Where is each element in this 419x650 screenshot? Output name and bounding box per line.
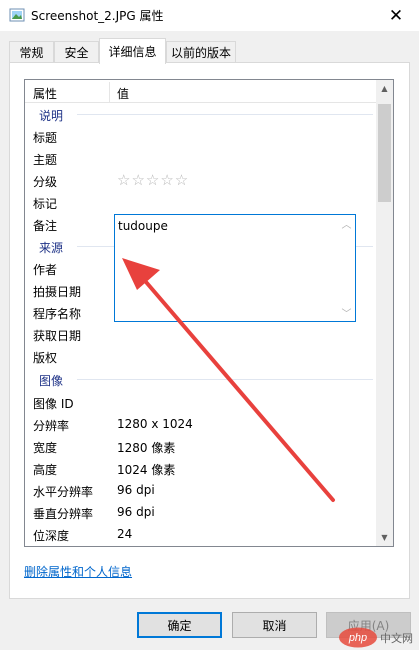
property-value: 96 dpi — [117, 505, 155, 519]
properties-list[interactable]: 属性 值 说明 标题 主题 分级 ☆☆☆☆☆ 标记 备注 来源 作者 拍摄日期 程… — [24, 79, 394, 547]
scroll-up-arrow-icon[interactable]: ▲ — [376, 80, 393, 97]
group-divider — [77, 379, 373, 380]
title-bar: Screenshot_2.JPG 属性 ✕ — [0, 0, 419, 31]
ok-button[interactable]: 确定 — [137, 612, 222, 638]
row-tags[interactable]: 标记 — [25, 191, 377, 213]
scroll-down-arrow-icon[interactable]: ▼ — [376, 529, 393, 546]
property-value: 24 — [117, 527, 133, 541]
group-label: 图像 — [39, 374, 64, 388]
property-name: 拍摄日期 — [33, 285, 82, 299]
property-name: 作者 — [33, 263, 58, 277]
row-image-id[interactable]: 图像 ID — [25, 391, 377, 413]
row-copyright[interactable]: 版权 — [25, 345, 377, 367]
property-name: 垂直分辨率 — [33, 507, 94, 521]
comments-input[interactable]: tudoupe ︿ ﹀ — [114, 214, 356, 322]
property-name: 图像 ID — [33, 397, 74, 411]
group-image: 图像 — [25, 368, 377, 390]
property-name: 位深度 — [33, 529, 70, 543]
property-value: 1280 x 1024 — [117, 417, 193, 431]
column-divider[interactable] — [109, 82, 110, 102]
property-name: 程序名称 — [33, 307, 82, 321]
cancel-button[interactable]: 取消 — [232, 612, 317, 638]
close-icon: ✕ — [388, 5, 404, 26]
image-file-icon — [9, 8, 25, 22]
property-value: 1024 像素 — [117, 463, 176, 477]
property-name: 主题 — [33, 153, 58, 167]
property-name: 获取日期 — [33, 329, 82, 343]
row-width[interactable]: 宽度 1280 像素 — [25, 435, 377, 457]
group-divider — [77, 114, 373, 115]
tab-label: 常规 — [19, 46, 44, 60]
property-name: 水平分辨率 — [33, 485, 94, 499]
property-name: 分级 — [33, 175, 58, 189]
button-label: 确定 — [167, 618, 192, 633]
row-dimensions[interactable]: 分辨率 1280 x 1024 — [25, 413, 377, 435]
tab-label: 以前的版本 — [170, 46, 231, 60]
chevron-up-icon[interactable]: ︿ — [338, 215, 355, 232]
list-header: 属性 值 — [25, 80, 377, 103]
property-value: 96 dpi — [117, 483, 155, 497]
details-panel: 属性 值 说明 标题 主题 分级 ☆☆☆☆☆ 标记 备注 来源 作者 拍摄日期 程… — [9, 62, 410, 599]
svg-text:php: php — [348, 632, 367, 644]
chevron-down-icon[interactable]: ﹀ — [338, 304, 355, 321]
tab-general[interactable]: 常规 — [9, 41, 54, 63]
property-name: 分辨率 — [33, 419, 70, 433]
row-title[interactable]: 标题 — [25, 125, 377, 147]
property-name: 标题 — [33, 131, 58, 145]
property-name: 高度 — [33, 463, 58, 477]
group-description: 说明 — [25, 103, 377, 125]
group-label: 说明 — [39, 109, 64, 123]
row-date-acquired[interactable]: 获取日期 — [25, 323, 377, 345]
row-horizontal-resolution[interactable]: 水平分辨率 96 dpi — [25, 479, 377, 501]
property-name: 标记 — [33, 197, 58, 211]
row-height[interactable]: 高度 1024 像素 — [25, 457, 377, 479]
row-subject[interactable]: 主题 — [25, 147, 377, 169]
row-bit-depth[interactable]: 位深度 24 — [25, 523, 377, 545]
comments-scrollbar[interactable]: ︿ ﹀ — [338, 215, 355, 321]
tab-security[interactable]: 安全 — [54, 41, 99, 63]
group-label: 来源 — [39, 241, 64, 255]
property-name: 备注 — [33, 219, 58, 233]
tab-previous-versions[interactable]: 以前的版本 — [166, 41, 236, 63]
tab-label: 安全 — [64, 46, 89, 60]
property-name: 宽度 — [33, 441, 58, 455]
svg-text:中文网: 中文网 — [380, 631, 413, 645]
property-name: 版权 — [33, 351, 58, 365]
comments-text: tudoupe — [118, 219, 168, 233]
property-value: 1280 像素 — [117, 441, 176, 455]
close-button[interactable]: ✕ — [373, 0, 419, 31]
remove-properties-link[interactable]: 删除属性和个人信息 — [24, 563, 132, 580]
column-header-value[interactable]: 值 — [117, 85, 129, 102]
button-label: 取消 — [262, 618, 287, 633]
tab-details[interactable]: 详细信息 — [99, 38, 166, 64]
row-rating[interactable]: 分级 ☆☆☆☆☆ — [25, 169, 377, 191]
scrollbar-thumb[interactable] — [378, 104, 391, 202]
tab-strip: 常规 安全 详细信息 以前的版本 — [0, 31, 419, 64]
window-title: Screenshot_2.JPG 属性 — [31, 9, 164, 23]
row-vertical-resolution[interactable]: 垂直分辨率 96 dpi — [25, 501, 377, 523]
php-watermark-logo: php 中文网 — [339, 627, 413, 648]
tab-label: 详细信息 — [108, 45, 157, 59]
column-header-property[interactable]: 属性 — [33, 85, 57, 102]
list-scrollbar[interactable]: ▲ ▼ — [376, 80, 393, 546]
rating-stars[interactable]: ☆☆☆☆☆ — [117, 171, 189, 189]
